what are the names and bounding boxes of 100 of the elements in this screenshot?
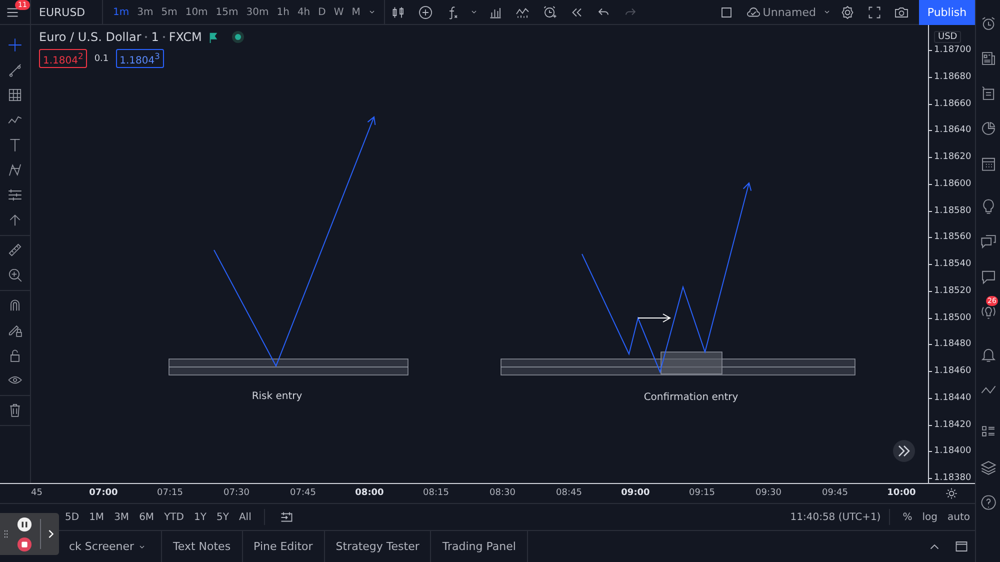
interval-tab[interactable]: 3m xyxy=(133,6,158,18)
price-label: 1.18380 xyxy=(929,472,972,484)
currency-dropdown[interactable]: USD xyxy=(934,31,962,43)
layout-button[interactable]: Unnamed xyxy=(740,4,834,20)
price-label: 1.18700 xyxy=(929,44,972,56)
layers-icon[interactable] xyxy=(980,459,996,476)
pattern-icon[interactable] xyxy=(7,162,23,178)
price-label: 1.18500 xyxy=(929,312,972,324)
ruler-lines-icon[interactable] xyxy=(7,187,23,203)
panel-tab[interactable]: Pine Editor xyxy=(242,531,325,562)
highlight-box xyxy=(660,352,722,374)
price-label: 1.18480 xyxy=(929,338,972,350)
square-icon[interactable] xyxy=(718,4,734,20)
interval-tab[interactable]: W xyxy=(330,6,348,18)
price-label: 1.18400 xyxy=(929,445,972,458)
price-label: 1.18460 xyxy=(929,365,972,377)
sell-price[interactable]: 1.1804$^{2}$ xyxy=(39,49,88,68)
panel-tab[interactable]: Trading Panel xyxy=(431,531,528,562)
panel-tab[interactable]: Text Notes xyxy=(162,531,243,562)
price-label: 1.18420 xyxy=(929,418,972,430)
clock-text[interactable]: 11:40:58 (UTC+1) xyxy=(790,512,881,522)
time-label: 07:00 xyxy=(89,488,118,498)
price-label: 1.18560 xyxy=(929,231,972,244)
time-label: 07:15 xyxy=(157,488,183,498)
drawing-label: Confirmation entry xyxy=(644,392,738,403)
price-label: 1.18540 xyxy=(929,258,972,270)
alarm-clock-icon[interactable] xyxy=(980,15,996,32)
grid-icon[interactable] xyxy=(7,87,23,103)
flag-icon[interactable] xyxy=(208,32,219,42)
crosshair-icon[interactable] xyxy=(7,37,23,53)
stop-button[interactable] xyxy=(17,536,32,552)
text-icon[interactable] xyxy=(7,137,23,153)
scale-option[interactable]: log xyxy=(917,512,942,522)
interval-tab[interactable]: M xyxy=(348,6,364,18)
trend-line-icon[interactable] xyxy=(7,62,23,78)
market-status-dot xyxy=(234,34,241,40)
range-button[interactable]: 1M xyxy=(84,512,110,522)
cloud-icon xyxy=(746,4,761,20)
price-label: 1.18440 xyxy=(929,392,972,404)
date-range-icon[interactable] xyxy=(279,510,294,524)
price-label: 1.18680 xyxy=(929,70,972,83)
scale-option[interactable]: % xyxy=(898,512,918,522)
interval-tab[interactable]: 15m xyxy=(212,6,242,18)
calendar-icon[interactable] xyxy=(980,155,996,172)
zoom-in-icon[interactable] xyxy=(7,267,23,283)
ruler-icon[interactable] xyxy=(7,242,23,258)
pause-button[interactable] xyxy=(17,516,32,532)
drawing-label: Risk entry xyxy=(252,391,302,402)
scroll-to-latest-button[interactable] xyxy=(893,440,915,462)
panel-tab[interactable]: Strategy Tester xyxy=(324,531,432,562)
symbol-title: Euro / U.S. Dollar xyxy=(39,30,142,44)
range-button[interactable]: 3M xyxy=(109,512,134,522)
interval-tab[interactable]: 10m xyxy=(181,6,212,18)
range-button[interactable]: All xyxy=(234,512,256,522)
trash-icon[interactable] xyxy=(7,402,23,418)
price-label: 1.18620 xyxy=(929,151,972,163)
scale-option[interactable]: auto xyxy=(942,512,975,522)
time-label: 45 xyxy=(31,488,42,498)
price-label: 1.18660 xyxy=(929,98,972,110)
interval-tab[interactable]: D xyxy=(314,6,330,18)
camera-icon[interactable] xyxy=(894,4,909,20)
speech-bubble-icon[interactable] xyxy=(980,268,996,285)
interval-tab[interactable]: 1h xyxy=(272,6,294,18)
help-icon[interactable] xyxy=(980,494,996,511)
horizontal-arrow xyxy=(638,314,670,322)
time-label: 08:15 xyxy=(423,488,449,498)
bell-icon[interactable] xyxy=(980,346,996,363)
pie-icon[interactable] xyxy=(980,120,996,137)
range-button[interactable]: 5D xyxy=(60,512,84,522)
symbol-field[interactable]: EURUSD xyxy=(31,0,103,24)
range-button[interactable]: YTD xyxy=(159,512,189,522)
alarm-plus-icon[interactable] xyxy=(542,4,558,20)
time-label: 09:00 xyxy=(621,488,650,498)
newspaper-icon[interactable] xyxy=(980,50,996,67)
range-button[interactable]: 6M xyxy=(134,512,160,522)
price-label: 1.18640 xyxy=(929,124,972,136)
fullscreen-icon[interactable] xyxy=(867,4,882,20)
time-label: 08:45 xyxy=(556,488,582,498)
chat-icon[interactable] xyxy=(980,233,996,250)
interval-tab[interactable]: 30m xyxy=(242,6,273,18)
up-arrow-icon[interactable] xyxy=(7,212,23,228)
buy-price[interactable]: 1.1804$^{3}$ xyxy=(116,49,164,68)
interval-tab[interactable]: 4h xyxy=(293,6,314,18)
interval-tab[interactable]: 1m xyxy=(109,6,134,18)
source-label: FXCM xyxy=(168,30,202,44)
time-label: 08:30 xyxy=(490,488,516,498)
window-icon[interactable] xyxy=(954,539,969,554)
time-label: 07:45 xyxy=(290,488,316,498)
drag-handle-icon[interactable] xyxy=(3,529,9,539)
note-icon[interactable] xyxy=(980,85,996,102)
time-label: 08:00 xyxy=(355,488,384,498)
range-button[interactable]: 5Y xyxy=(211,512,234,522)
range-button[interactable]: 1Y xyxy=(188,512,212,522)
time-label: 07:30 xyxy=(224,488,250,498)
layout-name: Unnamed xyxy=(762,6,816,18)
interval-tab[interactable]: 5m xyxy=(157,6,182,18)
spread-value: 0.1 xyxy=(94,54,109,64)
candlestick-icon[interactable] xyxy=(391,4,406,20)
time-label: 09:45 xyxy=(822,488,848,498)
publish-button[interactable]: Publish xyxy=(919,0,975,24)
